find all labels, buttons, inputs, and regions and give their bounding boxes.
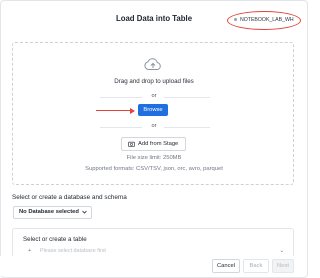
or-divider-right: [164, 127, 210, 128]
add-from-stage-button[interactable]: Add from Stage: [121, 137, 186, 151]
browse-button[interactable]: Browse: [138, 104, 168, 116]
table-select-placeholder: Please select database first: [40, 248, 106, 254]
camera-icon: [128, 141, 135, 147]
annotation-arrow-head: [130, 107, 135, 114]
supported-formats: Supported formats: CSV/TSV, json, orc, a…: [85, 166, 223, 172]
add-from-stage-label: Add from Stage: [138, 141, 179, 147]
chevron-down-icon: ⌄: [279, 248, 284, 254]
cancel-button[interactable]: Cancel: [212, 259, 240, 273]
back-button[interactable]: Back: [243, 259, 269, 273]
cloud-upload-icon: [144, 58, 161, 70]
file-size-limit: File size limit: 250MB: [126, 155, 182, 161]
table-select[interactable]: + Please select database first ⌄: [28, 247, 286, 256]
or-divider-right: [164, 97, 210, 98]
or-text: or: [151, 123, 157, 129]
database-select-value: No Database selected: [19, 209, 79, 215]
database-select[interactable]: No Database selected: [13, 206, 92, 219]
warehouse-status-dot-icon: [234, 18, 237, 22]
drag-drop-text: Drag and drop to upload files: [114, 78, 194, 85]
database-schema-label: Select or create a database and schema: [12, 194, 127, 201]
warehouse-selector[interactable]: NOTEBOOK_LAB_WH: [234, 17, 294, 23]
or-text: or: [151, 93, 157, 99]
table-section-label: Select or create a table: [23, 236, 87, 243]
warehouse-name: NOTEBOOK_LAB_WH: [240, 17, 294, 23]
plus-icon: +: [28, 248, 32, 254]
annotation-arrow: [96, 110, 130, 111]
chevron-down-icon: [82, 210, 87, 214]
next-button[interactable]: Next: [272, 259, 294, 273]
